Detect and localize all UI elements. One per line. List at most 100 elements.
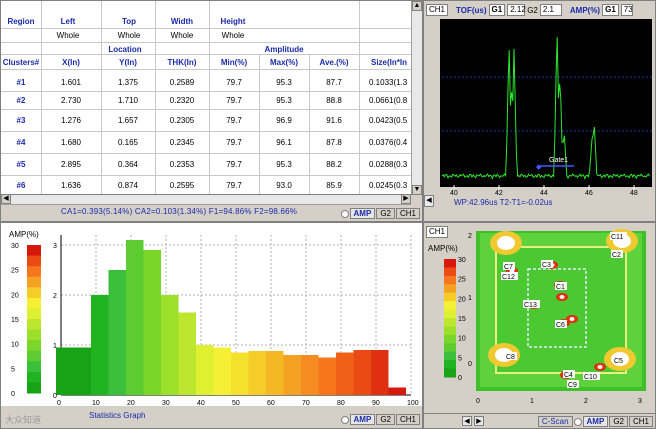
grid-line <box>1 131 414 132</box>
cell-min: 79.7 <box>226 137 242 147</box>
histogram-bar <box>353 350 371 395</box>
scroll-left-icon[interactable]: ◀ <box>1 194 11 204</box>
cell-ave: 85.9 <box>326 180 342 190</box>
amp-gate-box[interactable]: G1 <box>602 4 619 16</box>
table-row[interactable]: #2 2.730 1.710 0.2320 79.7 95.3 88.8 0.0… <box>1 91 414 109</box>
amp-legend-swatch <box>27 287 41 299</box>
histogram-y-tick: 0 <box>53 393 57 400</box>
amp-legend-swatch <box>27 350 41 362</box>
histogram-x-tick: 70 <box>302 400 310 407</box>
amp-legend-swatch <box>27 245 41 257</box>
histogram-bar <box>318 357 336 395</box>
cscan-legend-swatch <box>444 259 456 268</box>
statistics-tab-strip: AMP G2 CH1 <box>340 414 420 425</box>
radio-icon[interactable] <box>340 209 349 218</box>
gate2-tof-value[interactable]: 2.1 <box>539 4 562 16</box>
tab-amp[interactable]: AMP <box>349 414 376 425</box>
tab-amp[interactable]: AMP <box>349 208 376 219</box>
cscan-hole <box>497 236 515 250</box>
tab-ch1[interactable]: CH1 <box>628 416 653 427</box>
tab-g2[interactable]: G2 <box>609 416 628 427</box>
table-row[interactable]: #1 1.601 1.375 0.2589 79.7 95.3 87.7 0.1… <box>1 73 414 91</box>
ascan-background <box>440 19 652 187</box>
amp-legend-swatch <box>27 361 41 373</box>
histogram-bar <box>371 350 389 395</box>
cscan-y-ticks: 2 1 0 <box>468 233 472 368</box>
cscan-legend-swatch <box>444 360 456 370</box>
amp-legend-tick: 0 <box>11 391 15 398</box>
radio-icon[interactable] <box>340 415 349 424</box>
histogram-bar <box>108 270 126 395</box>
amp-label: AMP(%) <box>569 5 601 15</box>
cluster-id: #5 <box>16 159 26 169</box>
header-top: Top <box>121 16 137 26</box>
tab-g2[interactable]: G2 <box>376 208 395 219</box>
table-row[interactable]: #4 1.680 0.165 0.2345 79.7 96.1 87.8 0.0… <box>1 131 414 153</box>
ascan-plot[interactable]: 40 42 44 46 48 Gate1 ◆ WP:42.96us T2-T1=-0.0… <box>424 19 655 209</box>
amp-legend-swatch <box>27 319 41 331</box>
grid-line <box>1 175 414 176</box>
cscan-defect-label: C3 <box>542 262 551 269</box>
histogram-y-tick: 3 <box>53 243 57 250</box>
cell-min: 79.7 <box>226 115 242 125</box>
cscan-defect-label: C9 <box>568 382 577 389</box>
left-value[interactable]: Whole <box>41 29 95 41</box>
histogram-x-tick: 40 <box>197 400 205 407</box>
radio-icon[interactable] <box>573 417 582 426</box>
cscan-legend-tick: 30 <box>458 257 466 264</box>
scroll-right-icon[interactable]: ▶ <box>474 416 484 426</box>
cscan-defect-label: C4 <box>564 372 573 379</box>
histogram-bar <box>388 387 406 395</box>
statistics-graph[interactable]: AMP(%) 302520151050 3210 0 10 20 30 40 50 60 70… <box>1 223 422 428</box>
cell-max: 96.1 <box>276 137 292 147</box>
defect-ratio-summary: CA1=0.393(5.14%) CA2=0.103(1.34%) F1=94.… <box>61 207 298 216</box>
cell-min: 79.7 <box>226 95 242 105</box>
gate1-marker-label: Gate1 <box>549 157 568 164</box>
grid-line <box>1 28 414 29</box>
channel-box[interactable]: CH1 <box>426 4 449 16</box>
cell-min: 79.7 <box>226 180 242 190</box>
cscan-tab-strip: C-Scan AMP G2 CH1 <box>537 416 653 427</box>
table-row[interactable]: #5 2.895 0.364 0.2353 79.7 95.3 88.2 0.0… <box>1 153 414 175</box>
tab-ch1[interactable]: CH1 <box>395 208 420 219</box>
tab-cscan[interactable]: C-Scan <box>537 416 573 427</box>
tab-amp[interactable]: AMP <box>582 416 609 427</box>
cell-x: 1.636 <box>60 180 82 190</box>
top-value[interactable]: Whole <box>102 29 156 41</box>
table-row[interactable]: #3 1.276 1.657 0.2305 79.7 96.9 91.6 0.0… <box>1 109 414 131</box>
tab-ch1[interactable]: CH1 <box>395 414 420 425</box>
width-value[interactable]: Whole <box>155 29 209 41</box>
cscan-legend-tick: 0 <box>458 375 462 382</box>
cell-thk: 0.2353 <box>169 159 195 169</box>
statistics-background <box>1 223 422 428</box>
table-row[interactable]: #6 1.636 0.874 0.2595 79.7 93.0 85.9 0.0… <box>1 175 414 195</box>
cell-size: 0.0245(0.3 <box>369 180 408 190</box>
scroll-left-icon[interactable]: ◀ <box>424 195 434 207</box>
cscan-view[interactable]: AMP(%) 302520151050 C11C2C7C12C3C1C13C6C… <box>424 223 655 428</box>
histogram-x-tick: 100 <box>407 400 419 407</box>
tab-g2[interactable]: G2 <box>376 414 395 425</box>
cell-y: 1.657 <box>117 115 139 125</box>
cell-y: 0.874 <box>117 180 139 190</box>
cell-ave: 88.2 <box>326 159 342 169</box>
scroll-left-icon[interactable]: ◀ <box>462 416 472 426</box>
cell-thk: 0.2595 <box>169 180 195 190</box>
amp-legend-swatch <box>27 340 41 352</box>
cell-x: 2.895 <box>60 159 82 169</box>
scroll-right-icon[interactable]: ▶ <box>401 194 411 204</box>
amp-legend-swatch <box>27 266 41 278</box>
grid-line <box>1 54 414 55</box>
gate1-tof-value[interactable]: 2.12 <box>507 4 526 16</box>
table-vertical-scrollbar[interactable]: ▲ ▼ <box>411 1 422 195</box>
region-label: Region <box>7 16 35 26</box>
cscan-defect-label: C12 <box>502 274 515 281</box>
table-horizontal-scrollbar[interactable]: ◀ ▶ <box>1 194 411 205</box>
cscan-defect-core <box>597 365 603 369</box>
table-header-row: Whole Whole Whole Whole <box>1 29 414 41</box>
gate1-box[interactable]: G1 <box>488 4 506 16</box>
cluster-id: #4 <box>16 137 26 147</box>
scroll-up-icon[interactable]: ▲ <box>412 1 422 11</box>
histogram-bar <box>56 347 74 395</box>
height-value[interactable]: Whole <box>206 29 260 41</box>
amp-value[interactable]: 73.3 <box>620 4 633 16</box>
